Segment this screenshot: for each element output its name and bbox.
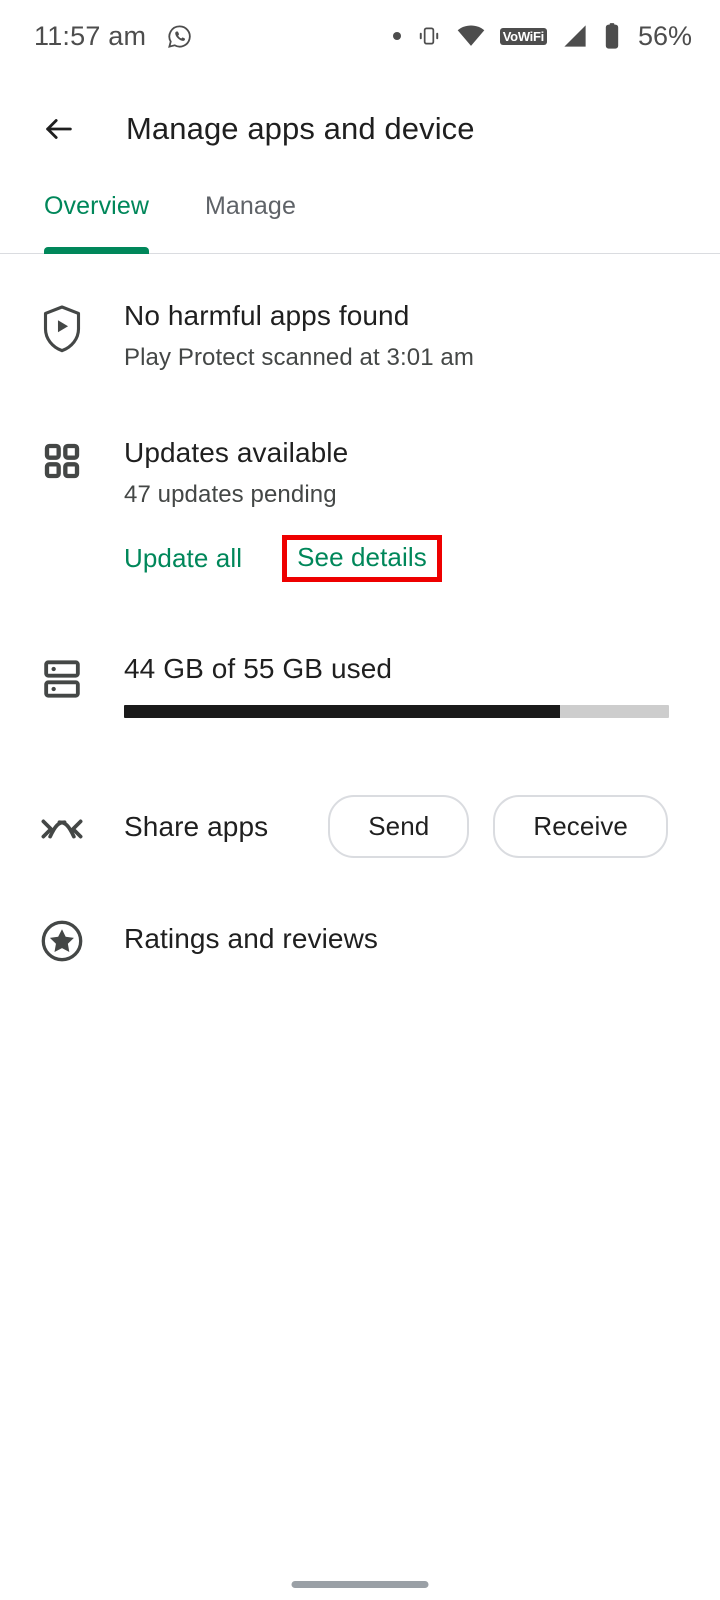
- storage-row[interactable]: 44 GB of 55 GB used: [0, 653, 720, 718]
- vowifi-icon: VoWiFi: [499, 27, 547, 45]
- vibrate-icon: [416, 23, 442, 49]
- status-bar-right: VoWiFi 56%: [392, 20, 692, 52]
- back-button[interactable]: [34, 104, 84, 154]
- play-protect-row[interactable]: No harmful apps found Play Protect scann…: [0, 300, 720, 372]
- app-bar: Manage apps and device: [0, 85, 720, 173]
- apps-grid-icon: [0, 437, 124, 582]
- home-gesture-bar[interactable]: [291, 1581, 429, 1588]
- tab-manage[interactable]: Manage: [205, 182, 296, 254]
- updates-title: Updates available: [124, 437, 349, 468]
- storage-icon: [0, 653, 124, 718]
- updates-row: Updates available 47 updates pending Upd…: [0, 437, 720, 582]
- storage-progress-bar: [124, 705, 669, 718]
- star-circle-icon: [0, 915, 124, 963]
- battery-icon: [603, 22, 621, 50]
- play-protect-subtitle: Play Protect scanned at 3:01 am: [124, 344, 474, 371]
- shield-play-icon: [0, 300, 124, 372]
- receive-button[interactable]: Receive: [493, 795, 668, 858]
- tab-overview[interactable]: Overview: [44, 182, 149, 254]
- battery-percent-label: 56%: [637, 20, 692, 51]
- wifi-icon: [457, 25, 485, 47]
- storage-progress-fill: [124, 705, 560, 718]
- tab-active-indicator: [44, 247, 149, 254]
- status-bar: 11:57 am VoWiFi 56%: [0, 0, 720, 72]
- send-button[interactable]: Send: [328, 795, 470, 858]
- whatsapp-icon: [166, 23, 193, 50]
- share-apps-title: Share apps: [124, 810, 269, 842]
- tab-overview-label: Overview: [44, 192, 149, 220]
- play-protect-title: No harmful apps found: [124, 300, 410, 331]
- share-apps-buttons: Send Receive: [328, 795, 668, 858]
- share-apps-body: Share apps Send Receive: [124, 795, 720, 858]
- storage-body: 44 GB of 55 GB used: [124, 653, 720, 718]
- status-bar-clock: 11:57 am: [34, 20, 147, 51]
- phone-screen: 11:57 am VoWiFi 56% Manage apps and devi…: [0, 0, 720, 1600]
- ratings-and-reviews-row[interactable]: Ratings and reviews: [0, 915, 720, 963]
- play-protect-body: No harmful apps found Play Protect scann…: [124, 300, 720, 372]
- see-details-button[interactable]: See details: [297, 542, 427, 573]
- see-details-highlight: See details: [282, 535, 442, 582]
- updates-actions: Update all See details: [124, 535, 680, 582]
- updates-body: Updates available 47 updates pending Upd…: [124, 437, 720, 582]
- updates-subtitle: 47 updates pending: [124, 481, 337, 508]
- tab-bar: Overview Manage: [0, 182, 720, 254]
- storage-title: 44 GB of 55 GB used: [124, 653, 393, 684]
- dot-icon: [392, 32, 401, 40]
- update-all-button[interactable]: Update all: [124, 543, 242, 574]
- share-apps-row: Share apps Send Receive: [0, 795, 720, 858]
- back-arrow-icon: [42, 112, 76, 146]
- ratings-and-reviews-body: Ratings and reviews: [124, 923, 720, 955]
- signal-icon: [562, 24, 588, 48]
- status-bar-left: 11:57 am: [34, 21, 193, 52]
- tab-manage-label: Manage: [205, 192, 296, 220]
- share-apps-icon: [0, 809, 124, 845]
- ratings-and-reviews-title: Ratings and reviews: [124, 923, 379, 954]
- page-title: Manage apps and device: [126, 111, 475, 146]
